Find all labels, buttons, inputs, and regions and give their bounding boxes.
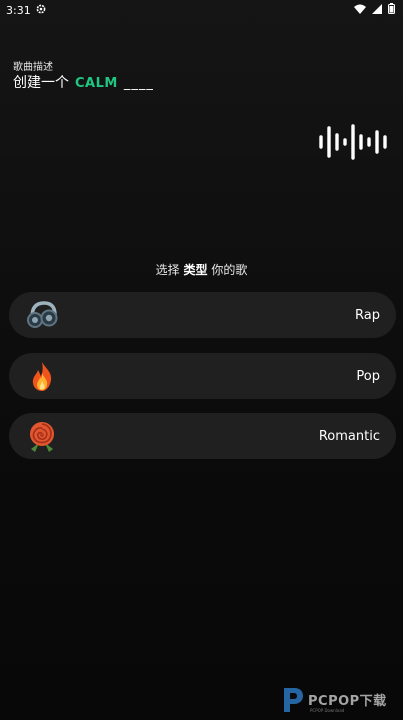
battery-icon <box>388 3 395 17</box>
watermark-logo: PCPOP下载 PCPOP Download <box>280 682 402 718</box>
genre-label: Rap <box>355 307 380 323</box>
status-time: 3:31 <box>6 3 31 17</box>
status-right <box>354 3 395 17</box>
song-description-label: 歌曲描述 <box>13 62 53 73</box>
watermark-subtext: PCPOP Download <box>310 708 345 713</box>
genre-option-romantic[interactable]: Romantic <box>9 413 396 459</box>
rose-icon <box>25 419 59 453</box>
watermark-text: PCPOP下载 <box>308 694 387 709</box>
waveform-icon <box>318 124 392 160</box>
choose-suffix: 你的歌 <box>211 263 248 277</box>
status-left: 3:31 <box>6 4 46 17</box>
genre-option-pop[interactable]: Pop <box>9 353 396 399</box>
fire-icon <box>25 359 59 393</box>
choose-prefix: 选择 <box>155 263 180 277</box>
song-prompt: 创建一个 CALM ____ <box>13 72 154 92</box>
choose-genre-heading: 选择 类型 你的歌 <box>0 261 403 278</box>
signal-icon <box>372 3 382 17</box>
genre-label: Pop <box>356 368 380 384</box>
mood-selector[interactable]: CALM <box>75 76 118 91</box>
settings-gear-icon <box>36 4 46 17</box>
headphones-icon <box>25 298 59 332</box>
status-bar: 3:31 <box>0 0 403 20</box>
prompt-prefix: 创建一个 <box>13 75 69 91</box>
genre-option-rap[interactable]: Rap <box>9 292 396 338</box>
wifi-icon <box>354 4 366 17</box>
prompt-blank[interactable]: ____ <box>124 76 154 91</box>
genre-label: Romantic <box>318 428 380 444</box>
choose-bold: 类型 <box>183 263 208 277</box>
